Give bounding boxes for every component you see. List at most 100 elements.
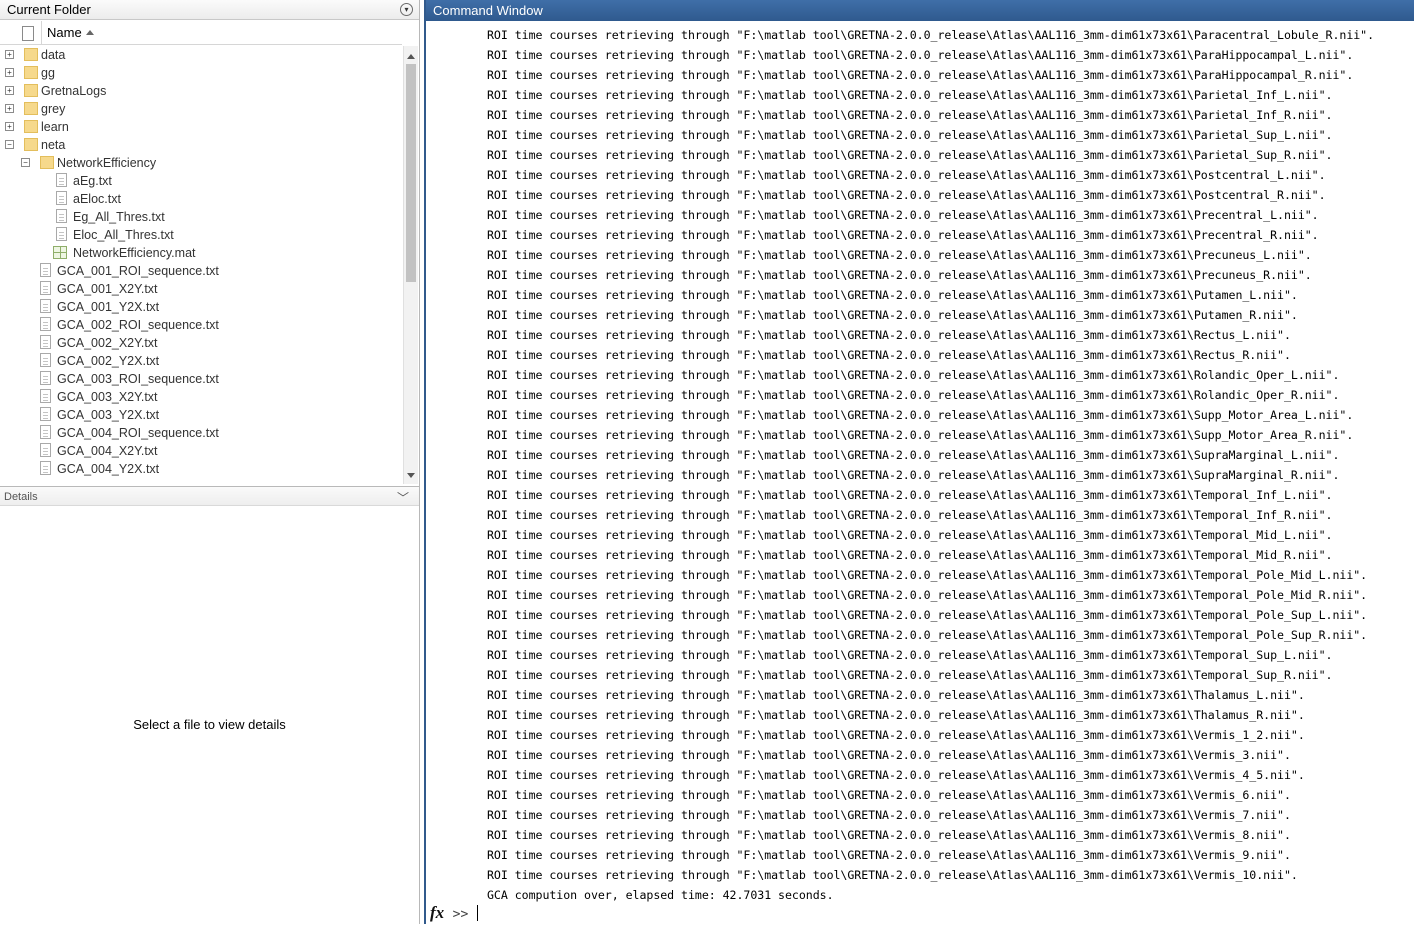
tree-item-label: GCA_001_ROI_sequence.txt (57, 264, 219, 278)
text-file-icon (40, 425, 51, 439)
tree-file-item[interactable]: GCA_004_ROI_sequence.txt (0, 424, 400, 442)
folder-icon (24, 84, 38, 97)
chevron-down-icon[interactable]: ﹀ (397, 488, 409, 508)
output-line: ROI time courses retrieving through "F:\… (487, 648, 1333, 662)
tree-file-item[interactable]: GCA_002_Y2X.txt (0, 352, 400, 370)
expand-icon[interactable]: + (5, 68, 14, 77)
tree-item-label: GCA_004_Y2X.txt (57, 462, 160, 476)
tree-file-item[interactable]: NetworkEfficiency.mat (0, 244, 400, 262)
output-line: ROI time courses retrieving through "F:\… (487, 88, 1333, 102)
scroll-thumb[interactable] (406, 64, 416, 282)
text-file-icon (40, 353, 51, 367)
folder-icon (24, 138, 38, 151)
scroll-up-icon[interactable] (407, 54, 415, 59)
output-line: ROI time courses retrieving through "F:\… (487, 268, 1312, 282)
text-file-icon (40, 281, 51, 295)
expand-icon[interactable]: + (5, 104, 14, 113)
name-column-header[interactable]: Name (41, 21, 397, 44)
text-file-icon (56, 227, 67, 241)
scroll-down-icon[interactable] (407, 473, 415, 478)
tree-item-label: Eloc_All_Thres.txt (73, 228, 174, 242)
tree-item-label: GCA_003_Y2X.txt (57, 408, 160, 422)
text-file-icon (40, 263, 51, 277)
collapse-icon[interactable]: − (5, 140, 14, 149)
tree-scrollbar[interactable] (403, 46, 418, 484)
tree-file-item[interactable]: GCA_003_Y2X.txt (0, 406, 400, 424)
mat-file-icon (53, 246, 67, 259)
folder-icon (40, 156, 54, 169)
output-line: ROI time courses retrieving through "F:\… (487, 528, 1333, 542)
current-folder-title: Current Folder (7, 2, 91, 17)
current-folder-title-bar: Current Folder ▾ (0, 0, 419, 20)
tree-folder-item[interactable]: + data (0, 46, 400, 64)
output-line: ROI time courses retrieving through "F:\… (487, 48, 1354, 62)
tree-file-item[interactable]: GCA_001_X2Y.txt (0, 280, 400, 298)
tree-file-item[interactable]: GCA_001_Y2X.txt (0, 298, 400, 316)
output-line: ROI time courses retrieving through "F:\… (487, 188, 1326, 202)
output-line: ROI time courses retrieving through "F:\… (487, 688, 1305, 702)
output-line: ROI time courses retrieving through "F:\… (487, 668, 1333, 682)
output-line: ROI time courses retrieving through "F:\… (487, 628, 1368, 642)
tree-file-item[interactable]: GCA_004_Y2X.txt (0, 460, 400, 478)
folder-icon (24, 48, 38, 61)
text-file-icon (40, 407, 51, 421)
name-column-label: Name (47, 25, 82, 40)
tree-file-item[interactable]: GCA_002_ROI_sequence.txt (0, 316, 400, 334)
tree-item-label: GCA_001_Y2X.txt (57, 300, 160, 314)
tree-file-item[interactable]: GCA_001_ROI_sequence.txt (0, 262, 400, 280)
text-file-icon (40, 335, 51, 349)
tree-file-item[interactable]: GCA_002_X2Y.txt (0, 334, 400, 352)
output-line: ROI time courses retrieving through "F:\… (487, 708, 1305, 722)
output-line: ROI time courses retrieving through "F:\… (487, 548, 1333, 562)
output-line: ROI time courses retrieving through "F:\… (487, 488, 1333, 502)
tree-file-item[interactable]: Eloc_All_Thres.txt (0, 226, 400, 244)
tree-folder-item[interactable]: + learn (0, 118, 400, 136)
output-line: ROI time courses retrieving through "F:\… (487, 428, 1354, 442)
output-line: ROI time courses retrieving through "F:\… (487, 808, 1291, 822)
tree-item-label: GCA_003_ROI_sequence.txt (57, 372, 219, 386)
tree-folder-item[interactable]: − neta (0, 136, 400, 154)
tree-folder-item[interactable]: − NetworkEfficiency (0, 154, 400, 172)
output-line: ROI time courses retrieving through "F:\… (487, 108, 1333, 122)
tree-file-item[interactable]: GCA_003_X2Y.txt (0, 388, 400, 406)
output-line: ROI time courses retrieving through "F:\… (487, 608, 1368, 622)
expand-icon[interactable]: + (5, 86, 14, 95)
tree-file-item[interactable]: aEg.txt (0, 172, 400, 190)
output-line: ROI time courses retrieving through "F:\… (487, 508, 1333, 522)
folder-icon (24, 120, 38, 133)
panel-actions-icon[interactable]: ▾ (400, 3, 413, 16)
tree-folder-item[interactable]: + grey (0, 100, 400, 118)
output-line: ROI time courses retrieving through "F:\… (487, 588, 1368, 602)
tree-file-item[interactable]: GCA_004_X2Y.txt (0, 442, 400, 460)
tree-file-item[interactable]: GCA_003_ROI_sequence.txt (0, 370, 400, 388)
tree-folder-item[interactable]: + GretnaLogs (0, 82, 400, 100)
output-line: ROI time courses retrieving through "F:\… (487, 388, 1340, 402)
output-line: ROI time courses retrieving through "F:\… (487, 328, 1291, 342)
output-line: ROI time courses retrieving through "F:\… (487, 28, 1375, 42)
text-file-icon (56, 173, 67, 187)
tree-item-label: NetworkEfficiency (57, 156, 157, 170)
function-browser-icon[interactable]: fx (430, 903, 444, 922)
expand-icon[interactable]: + (5, 122, 14, 131)
tree-folder-item[interactable]: + gg (0, 64, 400, 82)
output-line: ROI time courses retrieving through "F:\… (487, 248, 1312, 262)
output-line: ROI time courses retrieving through "F:\… (487, 468, 1340, 482)
column-header: Name (0, 21, 402, 45)
output-line: ROI time courses retrieving through "F:\… (487, 788, 1291, 802)
output-line: ROI time courses retrieving through "F:\… (487, 448, 1340, 462)
tree-item-label: gg (41, 66, 55, 80)
output-line: ROI time courses retrieving through "F:\… (487, 768, 1305, 782)
output-line: ROI time courses retrieving through "F:\… (487, 568, 1368, 582)
output-line: ROI time courses retrieving through "F:\… (487, 168, 1326, 182)
text-cursor (476, 905, 478, 921)
text-file-icon (40, 371, 51, 385)
tree-file-item[interactable]: aEloc.txt (0, 190, 400, 208)
command-output: ROI time courses retrieving through "F:\… (487, 25, 1412, 905)
details-header[interactable]: Details ﹀ (0, 486, 419, 506)
output-line: ROI time courses retrieving through "F:\… (487, 148, 1333, 162)
command-prompt[interactable]: fx >> (430, 902, 478, 924)
command-window[interactable]: Command Window ROI time courses retrievi… (424, 0, 1414, 924)
tree-file-item[interactable]: Eg_All_Thres.txt (0, 208, 400, 226)
expand-icon[interactable]: + (5, 50, 14, 59)
collapse-icon[interactable]: − (21, 158, 30, 167)
